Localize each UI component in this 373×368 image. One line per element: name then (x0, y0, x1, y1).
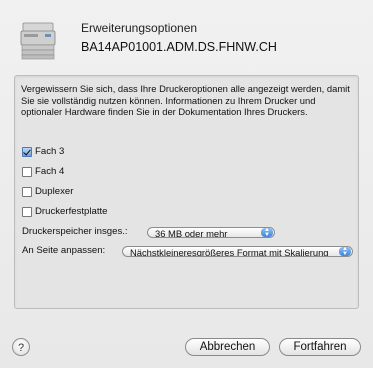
memory-popup[interactable]: 36 MB oder mehr ▲ ▼ (147, 227, 275, 238)
option-label: Fach 4 (35, 166, 65, 177)
fit-value: Nächstkleineresgrößeres Format mit Skali… (130, 247, 329, 257)
checkbox-icon[interactable] (22, 167, 32, 177)
checkbox-checked-icon[interactable] (22, 147, 32, 157)
printer-name: BA14AP01001.ADM.DS.FHNW.CH (81, 40, 277, 54)
memory-value: 36 MB oder mehr (155, 228, 228, 238)
popup-arrows-icon: ▲ ▼ (339, 247, 351, 256)
option-label: Druckerfestplatte (35, 206, 108, 217)
printer-options-sheet: Erweiterungsoptionen BA14AP01001.ADM.DS.… (0, 0, 373, 368)
popup-arrows-icon: ▲ ▼ (261, 228, 273, 237)
fit-popup[interactable]: Nächstkleineresgrößeres Format mit Skali… (122, 246, 353, 257)
option-duplexer[interactable]: Duplexer (22, 186, 73, 198)
option-druckerfestplatte[interactable]: Druckerfestplatte (22, 206, 108, 218)
option-fach-4[interactable]: Fach 4 (22, 166, 64, 178)
intro-text: Vergewissern Sie sich, dass Ihre Drucker… (21, 83, 350, 117)
options-panel: Vergewissern Sie sich, dass Ihre Drucker… (14, 75, 359, 309)
continue-button[interactable]: Fortfahren (279, 338, 361, 356)
checkbox-icon[interactable] (22, 207, 32, 217)
help-button[interactable]: ? (12, 338, 30, 356)
printer-icon (20, 22, 56, 60)
option-label: Duplexer (35, 186, 74, 197)
option-fach-3[interactable]: Fach 3 (22, 146, 64, 158)
cancel-button[interactable]: Abbrechen (185, 338, 270, 356)
dialog-title: Erweiterungsoptionen (81, 21, 198, 35)
memory-label: Druckerspeicher insges.: (22, 226, 128, 237)
option-label: Fach 3 (35, 146, 65, 157)
fit-label: An Seite anpassen: (22, 245, 106, 256)
checkbox-icon[interactable] (22, 187, 32, 197)
